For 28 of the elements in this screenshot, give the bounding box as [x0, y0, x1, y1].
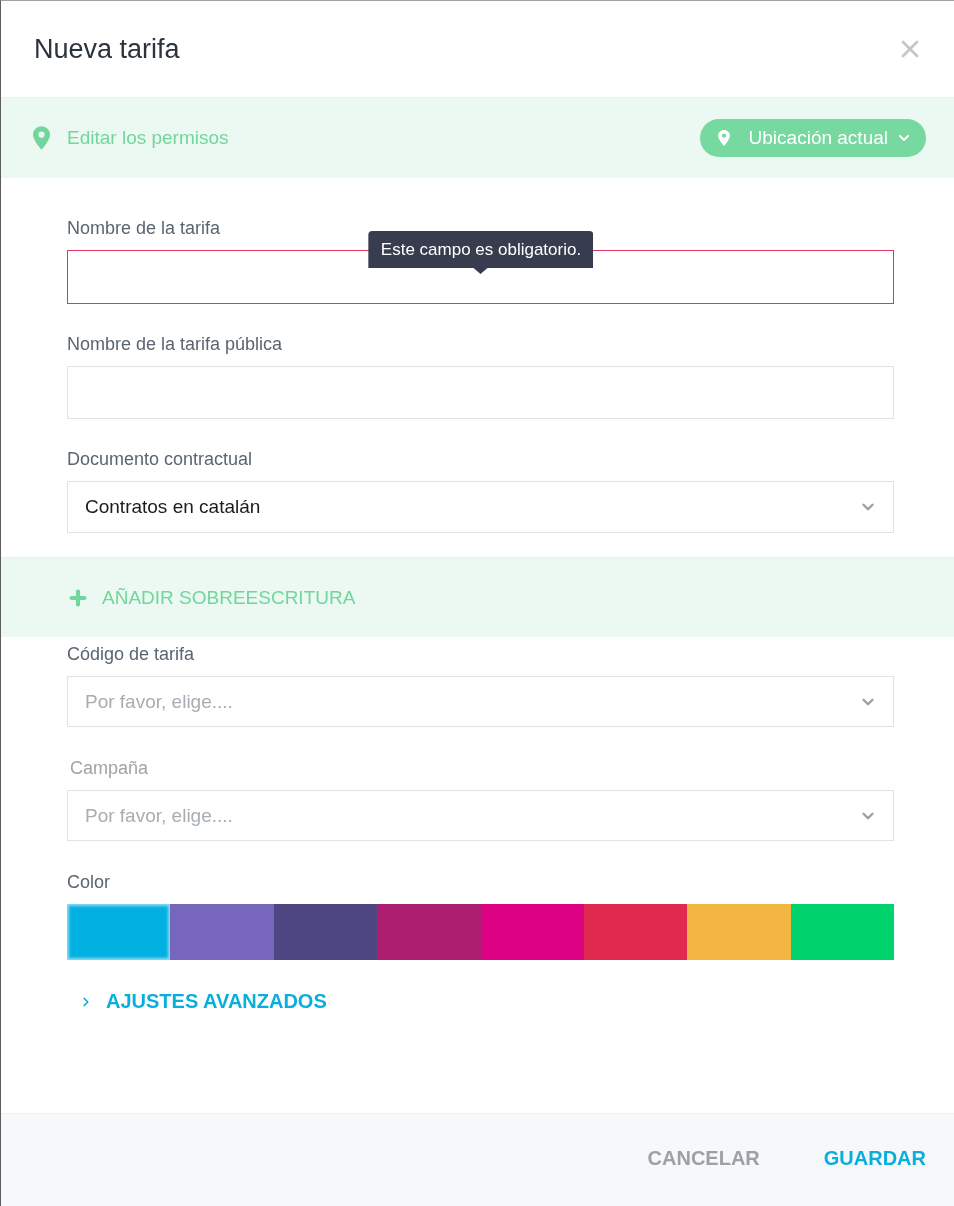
- add-override-button[interactable]: AÑADIR SOBREESCRITURA: [67, 586, 356, 609]
- color-swatch-icon[interactable]: [273, 904, 378, 960]
- color-swatch-icon[interactable]: [377, 904, 481, 960]
- field-label: Nombre de la tarifa: [67, 217, 221, 240]
- cancel-button[interactable]: CANCELAR: [647, 1146, 760, 1170]
- color-swatch-icon[interactable]: [790, 904, 894, 960]
- advanced-settings-toggle[interactable]: AJUSTES AVANZADOS: [67, 990, 327, 1013]
- field-label: Campaña: [69, 757, 149, 780]
- select-field[interactable]: Por favor, elige....: [67, 676, 894, 727]
- map-pin-icon: [33, 126, 50, 150]
- color-swatch-icon[interactable]: [583, 904, 688, 960]
- color-swatch-icon[interactable]: [480, 904, 584, 960]
- map-pin-icon: [717, 130, 730, 146]
- select-placeholder: Por favor, elige....: [85, 690, 233, 713]
- location-dropdown-button[interactable]: Ubicación actual: [699, 119, 926, 157]
- select-placeholder: Por favor, elige....: [85, 804, 233, 827]
- field-label: Código de tarifa: [67, 643, 195, 666]
- color-swatch-icon[interactable]: [170, 904, 274, 960]
- field-label: Nombre de la tarifa pública: [67, 333, 283, 356]
- save-button[interactable]: GUARDAR: [823, 1146, 926, 1170]
- permissions-link[interactable]: Editar los permisos: [33, 126, 229, 150]
- field-label: Documento contractual: [67, 448, 253, 471]
- color-swatch-icon[interactable]: [67, 904, 171, 960]
- select-field[interactable]: Contratos en catalán: [67, 481, 894, 533]
- field-label: Color: [67, 871, 110, 894]
- dialog-title: Nueva tarifa: [34, 33, 180, 65]
- color-swatch-icon[interactable]: [687, 904, 791, 960]
- select-value: Contratos en catalán: [85, 496, 261, 518]
